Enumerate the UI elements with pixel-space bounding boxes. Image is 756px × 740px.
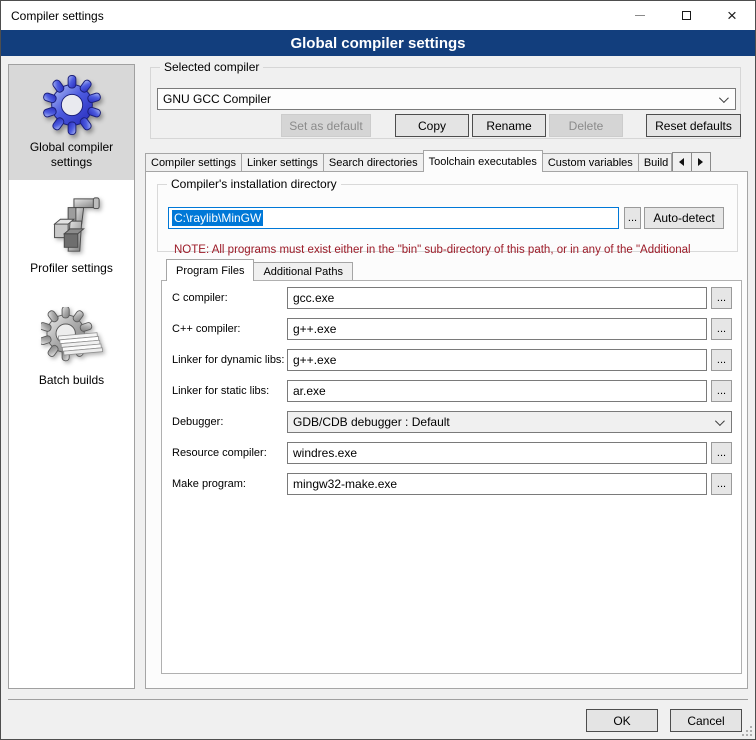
make-program-label: Make program: <box>172 478 287 490</box>
resource-compiler-label: Resource compiler: <box>172 447 287 459</box>
c-compiler-value: gcc.exe <box>293 291 334 305</box>
maximize-button[interactable] <box>663 1 709 30</box>
field-row-cpp-compiler: C++ compiler: g++.exe ... <box>162 318 741 340</box>
selected-compiler-group: Selected compiler GNU GCC Compiler Set a… <box>150 67 741 139</box>
tab-compiler-settings[interactable]: Compiler settings <box>145 153 242 172</box>
tab-search-directories[interactable]: Search directories <box>323 153 424 172</box>
sidebar-item-label: Batch builds <box>35 370 108 398</box>
programs-subtabstrip: Program Files Additional Paths <box>166 259 352 281</box>
browse-directory-button[interactable]: ... <box>624 207 641 229</box>
arrow-right-icon <box>698 158 703 166</box>
auto-detect-button[interactable]: Auto-detect <box>644 207 724 229</box>
tab-toolchain-executables[interactable]: Toolchain executables <box>423 150 543 172</box>
chevron-down-icon <box>719 93 729 103</box>
tab-scroll-left-button[interactable] <box>672 152 692 172</box>
titlebar: Compiler settings × <box>1 1 755 30</box>
compiler-select-value: GNU GCC Compiler <box>163 92 271 106</box>
cpp-compiler-value: g++.exe <box>293 322 336 336</box>
rename-button[interactable]: Rename <box>472 114 546 137</box>
c-compiler-browse-button[interactable]: ... <box>711 287 732 309</box>
make-program-input[interactable]: mingw32-make.exe <box>287 473 707 495</box>
field-row-make-program: Make program: mingw32-make.exe ... <box>162 473 741 495</box>
field-row-c-compiler: C compiler: gcc.exe ... <box>162 287 741 309</box>
linker-dynamic-browse-button[interactable]: ... <box>711 349 732 371</box>
maximize-icon <box>682 11 691 20</box>
copy-button[interactable]: Copy <box>395 114 469 137</box>
gray-gear-stack-icon <box>40 306 104 370</box>
sidebar-item-label: Profiler settings <box>26 258 117 286</box>
minimize-icon <box>635 15 645 16</box>
linker-dynamic-label: Linker for dynamic libs: <box>172 354 287 366</box>
subtab-program-files[interactable]: Program Files <box>166 259 254 281</box>
selected-compiler-group-label: Selected compiler <box>160 60 263 74</box>
subtab-additional-paths[interactable]: Additional Paths <box>253 262 353 281</box>
resource-compiler-browse-button[interactable]: ... <box>711 442 732 464</box>
tab-scroll-right-button[interactable] <box>691 152 711 172</box>
linker-static-label: Linker for static libs: <box>172 385 287 397</box>
caption-buttons: × <box>617 1 755 30</box>
sidebar-item-label: Global compiler settings <box>9 137 134 180</box>
reset-defaults-button[interactable]: Reset defaults <box>646 114 741 137</box>
field-row-resource-compiler: Resource compiler: windres.exe ... <box>162 442 741 464</box>
set-as-default-button[interactable]: Set as default <box>281 114 371 137</box>
cancel-button[interactable]: Cancel <box>670 709 742 732</box>
linker-static-input[interactable]: ar.exe <box>287 380 707 402</box>
resize-grip[interactable] <box>741 725 753 737</box>
tab-linker-settings[interactable]: Linker settings <box>241 153 324 172</box>
caliper-icon <box>40 194 104 258</box>
debugger-select[interactable]: GDB/CDB debugger : Default <box>287 411 732 433</box>
window-title: Compiler settings <box>1 9 104 23</box>
cpp-compiler-label: C++ compiler: <box>172 323 287 335</box>
page-title: Global compiler settings <box>1 30 755 56</box>
tab-custom-variables[interactable]: Custom variables <box>542 153 639 172</box>
compiler-select[interactable]: GNU GCC Compiler <box>157 88 736 110</box>
field-row-linker-dynamic: Linker for dynamic libs: g++.exe ... <box>162 349 741 371</box>
resource-compiler-input[interactable]: windres.exe <box>287 442 707 464</box>
debugger-value: GDB/CDB debugger : Default <box>293 415 450 429</box>
make-program-browse-button[interactable]: ... <box>711 473 732 495</box>
sidebar: Global compiler settings <box>8 64 135 689</box>
tab-build-options-truncated[interactable]: Build <box>638 153 672 172</box>
linker-static-value: ar.exe <box>293 384 326 398</box>
cpp-compiler-input[interactable]: g++.exe <box>287 318 707 340</box>
c-compiler-label: C compiler: <box>172 292 287 304</box>
arrow-left-icon <box>679 158 684 166</box>
sidebar-item-global-compiler-settings[interactable]: Global compiler settings <box>9 65 134 180</box>
close-button[interactable]: × <box>709 1 755 30</box>
installation-directory-group: Compiler's installation directory C:\ray… <box>157 184 738 252</box>
installation-directory-selected-text: C:\raylib\MinGW <box>172 210 263 226</box>
footer-divider <box>8 699 748 700</box>
debugger-label: Debugger: <box>172 416 287 428</box>
bin-subdirectory-note: NOTE: All programs must exist either in … <box>174 244 749 256</box>
tab-scroller <box>672 152 710 172</box>
c-compiler-input[interactable]: gcc.exe <box>287 287 707 309</box>
field-row-debugger: Debugger: GDB/CDB debugger : Default <box>162 411 741 433</box>
field-row-linker-static: Linker for static libs: ar.exe ... <box>162 380 741 402</box>
ok-button[interactable]: OK <box>586 709 658 732</box>
make-program-value: mingw32-make.exe <box>293 477 397 491</box>
linker-dynamic-input[interactable]: g++.exe <box>287 349 707 371</box>
sidebar-item-profiler-settings[interactable]: Profiler settings <box>9 180 134 286</box>
linker-static-browse-button[interactable]: ... <box>711 380 732 402</box>
minimize-button[interactable] <box>617 1 663 30</box>
delete-button[interactable]: Delete <box>549 114 623 137</box>
settings-tabstrip: Compiler settings Linker settings Search… <box>145 150 748 172</box>
close-icon: × <box>727 7 737 24</box>
toolchain-executables-page: Compiler's installation directory C:\ray… <box>145 171 748 689</box>
program-files-panel: C compiler: gcc.exe ... C++ compiler: g+… <box>161 280 742 674</box>
chevron-down-icon <box>715 416 725 426</box>
blue-gear-icon <box>40 73 104 137</box>
cpp-compiler-browse-button[interactable]: ... <box>711 318 732 340</box>
installation-directory-input[interactable]: C:\raylib\MinGW <box>168 207 619 229</box>
linker-dynamic-value: g++.exe <box>293 353 336 367</box>
resource-compiler-value: windres.exe <box>293 446 357 460</box>
sidebar-item-batch-builds[interactable]: Batch builds <box>9 286 134 398</box>
installation-directory-group-label: Compiler's installation directory <box>167 177 341 191</box>
